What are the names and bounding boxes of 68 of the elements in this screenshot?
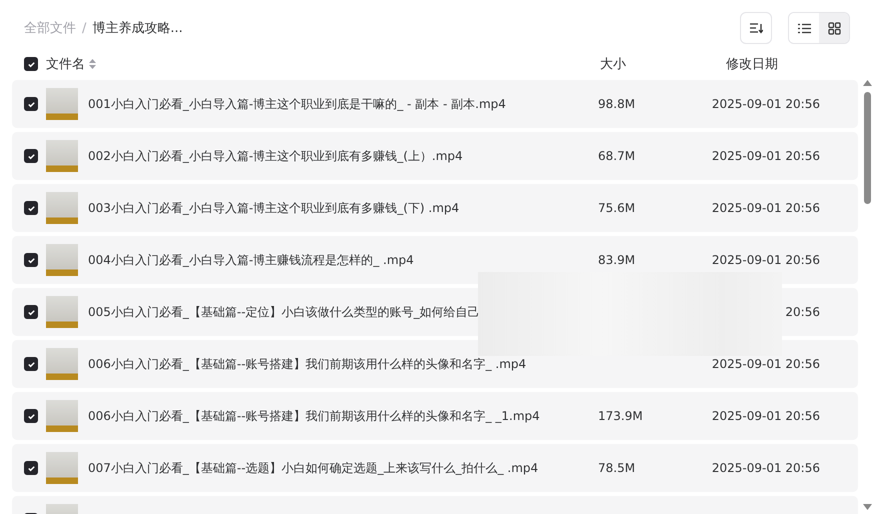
- file-size: 78.5M: [598, 461, 636, 475]
- file-size: 83.9M: [598, 253, 636, 267]
- list-icon: [798, 22, 810, 34]
- modified-date: 2025-09-01 20:56: [710, 201, 820, 215]
- breadcrumb-link[interactable]: 博主养成攻略...: [92, 19, 183, 37]
- check-icon: [26, 152, 36, 160]
- file-name: 006小白入门必看_【基础篇--账号搭建】我们前期该用什么样的头像和名字_ .mp4: [88, 356, 528, 372]
- file-row[interactable]: 001小白入门必看_小白导入篇-博主这个职业到底是干嘛的_ - 副本 - 副本.mp4 98.8M 2025-09-01 20:56: [12, 80, 858, 128]
- row-checkbox[interactable]: [24, 461, 38, 475]
- row-checkbox[interactable]: [24, 357, 38, 371]
- scroll-down-icon[interactable]: [862, 504, 872, 510]
- check-icon: [26, 60, 36, 68]
- column-header: 修改日期: [726, 56, 778, 73]
- file-size: 68.7M: [598, 149, 636, 163]
- file-size: 75.6M: [598, 201, 636, 215]
- photo-placeholder: [46, 296, 78, 328]
- row-checkbox[interactable]: [24, 201, 38, 215]
- photo-placeholder: [46, 348, 78, 380]
- photo-placeholder: [46, 140, 78, 172]
- modified-date: 2025-09-01 20:56: [710, 97, 820, 111]
- modified-date: 2025-09-01 20:56: [710, 149, 820, 163]
- file-name: 003小白入门必看_小白导入篇-博主这个职业到底有多赚钱_(下) .mp4: [88, 200, 460, 216]
- scrollbar-thumb[interactable]: [864, 92, 870, 204]
- file-name: 001小白入门必看_小白导入篇-博主这个职业到底是干嘛的_ - 副本 - 副本.mp4: [88, 96, 507, 112]
- file-name: 006小白入门必看_【基础篇--账号搭建】我们前期该用什么样的头像和名字_ _1.mp4: [88, 408, 541, 424]
- column-header: 大小: [600, 56, 627, 73]
- row-checkbox[interactable]: [24, 97, 38, 111]
- check-icon: [26, 412, 36, 420]
- file-row[interactable]: 006小白入门必看_【基础篇--账号搭建】我们前期该用什么样的头像和名字_ _1.mp4 173.9M 2025-09-01 20:56: [12, 392, 858, 440]
- photo-placeholder: [46, 452, 78, 484]
- photo-placeholder: [46, 88, 78, 120]
- breadcrumb-separator: /: [82, 20, 86, 36]
- modified-date: 2025-09-01 20:56: [710, 409, 820, 423]
- file-row[interactable]: 007小白入门必看_【基础篇--选题】小白如何确定选题_上来该写什么_拍什么_ .mp4 78.5M 2025-09-01 20:56: [12, 444, 858, 492]
- row-checkbox[interactable]: [24, 253, 38, 267]
- sort-icon: [749, 22, 763, 34]
- modified-date: 20:56: [784, 305, 820, 319]
- check-icon: [26, 100, 36, 108]
- grid-icon: [828, 22, 840, 34]
- photo-placeholder: [46, 400, 78, 432]
- row-checkbox[interactable]: [24, 305, 38, 319]
- file-size: 173.9M: [598, 409, 644, 423]
- check-icon: [26, 204, 36, 212]
- select-all-checkbox[interactable]: [24, 57, 38, 71]
- file-name: 007小白入门必看_【基础篇--选题】小白如何确定选题_上来该写什么_拍什么_ .mp4: [88, 460, 540, 476]
- modified-date: 2025-09-01 20:56: [710, 357, 820, 371]
- file-name: 005小白入门必看_【基础篇--定位】小白该做什么类型的账号_如何给自己: [88, 304, 481, 320]
- file-name: 002小白入门必看_小白导入篇-博主这个职业到底有多赚钱_(上）.mp4: [88, 148, 464, 164]
- check-icon: [26, 308, 36, 316]
- check-icon: [26, 256, 36, 264]
- scroll-up-icon[interactable]: [862, 80, 872, 86]
- modified-date: 2025-09-01 20:56: [710, 253, 820, 267]
- photo-placeholder: [46, 244, 78, 276]
- modified-date: 2025-09-01 20:56: [710, 461, 820, 475]
- photo-placeholder: [46, 192, 78, 224]
- column-header[interactable]: 文件名: [46, 55, 85, 73]
- file-size: 98.8M: [598, 97, 636, 111]
- file-name: 004小白入门必看_小白导入篇-博主赚钱流程是怎样的_ .mp4: [88, 252, 415, 268]
- check-icon: [26, 360, 36, 368]
- file-row[interactable]: 003小白入门必看_小白导入篇-博主这个职业到底有多赚钱_(下) .mp4 75.6M 2025-09-01 20:56: [12, 184, 858, 232]
- file-row[interactable]: 004小白入门必看_小白导入篇-博主赚钱流程是怎样的_ .mp4 83.9M 2025-09-01 20:56: [12, 236, 858, 284]
- grid-view-button[interactable]: [819, 13, 849, 43]
- sort-button[interactable]: [740, 12, 772, 44]
- row-checkbox[interactable]: [24, 409, 38, 423]
- file-row[interactable]: 002小白入门必看_小白导入篇-博主这个职业到底有多赚钱_(上）.mp4 68.7M 2025-09-01 20:56: [12, 132, 858, 180]
- check-icon: [26, 464, 36, 472]
- row-checkbox[interactable]: [24, 149, 38, 163]
- sort-arrows-icon[interactable]: [89, 59, 96, 69]
